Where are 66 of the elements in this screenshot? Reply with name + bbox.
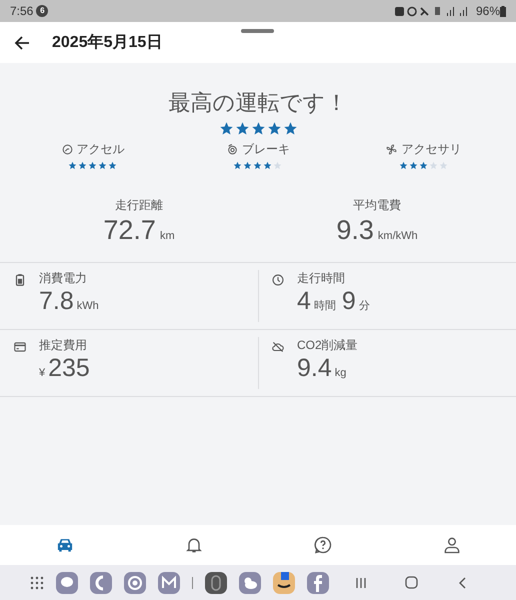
credit-card-icon: [13, 340, 27, 354]
drag-handle[interactable]: [241, 29, 274, 33]
star-icon: [250, 121, 266, 136]
metric-unit: kWh: [76, 299, 99, 314]
star-icon: [263, 161, 272, 170]
cloud-off-icon: [271, 340, 285, 354]
back-icon[interactable]: [458, 576, 466, 588]
metric-value: 72.7: [103, 214, 156, 246]
back-arrow-icon: [14, 34, 30, 50]
battery-icon: [13, 273, 27, 287]
metric-label: 推定費用: [39, 337, 88, 353]
star-icon: [243, 161, 252, 170]
metric-value: 9: [342, 286, 356, 316]
star-icon: [234, 121, 250, 136]
star-icon: [88, 161, 98, 170]
star-icon: [108, 161, 118, 170]
person-icon: [442, 535, 462, 555]
metric-value: 7.8: [39, 286, 74, 316]
app-grid-icon[interactable]: [30, 576, 44, 590]
status-time: 7:56: [10, 3, 34, 20]
summary-label: 走行距離: [115, 197, 163, 214]
clock-icon: [271, 273, 285, 287]
metric-label: 走行時間: [297, 270, 346, 286]
star-icon: [218, 121, 234, 136]
metric-label: 消費電力: [39, 270, 88, 286]
star-icon: [418, 161, 428, 170]
notification-badge: 6: [36, 5, 48, 17]
gauge-icon: [60, 142, 74, 156]
battery-icon: [500, 6, 506, 16]
star-icon: [408, 161, 418, 170]
metric-unit: 分: [358, 299, 370, 314]
star-icon: [266, 121, 282, 136]
metric-label: CO2削減量: [297, 337, 358, 353]
app-icon[interactable]: [205, 572, 227, 594]
rating-headline: 最高の運転です！: [168, 89, 348, 117]
metric-unit: km/kWh: [378, 229, 418, 244]
star-icon: [78, 161, 88, 170]
app-icon[interactable]: [273, 572, 295, 594]
summary-label: 平均電費: [353, 197, 401, 214]
metric-unit: kg: [334, 366, 346, 381]
page-title: 2025年5月15日: [52, 32, 162, 52]
help-icon: [312, 535, 332, 555]
metric-unit: km: [160, 229, 175, 244]
recent-apps-icon[interactable]: [355, 576, 367, 588]
metric-value: 235: [48, 353, 90, 383]
star-icon: [253, 161, 262, 170]
metric-unit: 時間: [314, 299, 336, 314]
battery-level: 96%: [476, 3, 500, 20]
star-icon: [438, 161, 448, 170]
category-label: ブレーキ: [242, 141, 290, 158]
star-icon: [282, 121, 298, 136]
star-icon: [233, 161, 242, 170]
category-label: アクセサリ: [401, 141, 462, 158]
star-icon: [398, 161, 408, 170]
metric-value: 9.3: [336, 214, 374, 246]
fan-icon: [385, 142, 398, 156]
metric-value: 9.4: [297, 353, 332, 383]
star-icon: [68, 161, 78, 170]
star-icon: [273, 161, 282, 170]
category-label: アクセル: [76, 141, 125, 158]
star-icon: [98, 161, 108, 170]
currency-symbol: ¥: [39, 366, 46, 381]
brake-disc-icon: [226, 142, 239, 156]
star-icon: [428, 161, 438, 170]
metric-value: 4: [297, 286, 311, 316]
home-icon[interactable]: [405, 576, 418, 589]
